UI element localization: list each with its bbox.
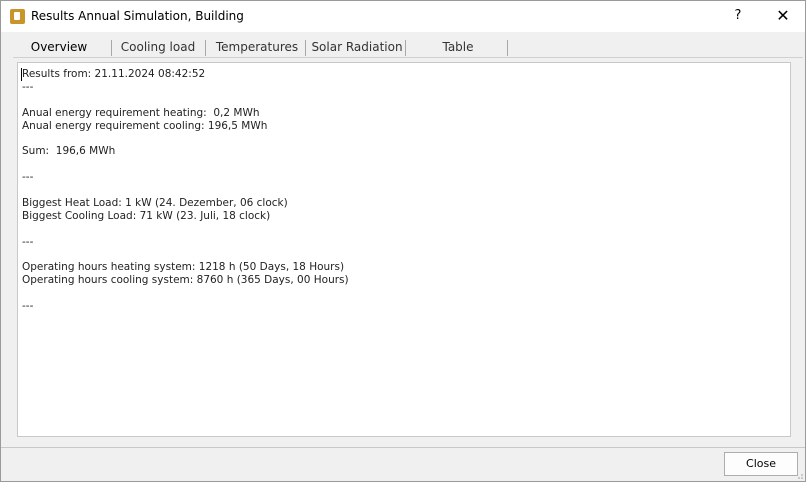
close-button[interactable]: Close [724, 452, 798, 476]
results-line [22, 223, 782, 236]
results-line [22, 287, 782, 300]
tab-divider [205, 40, 206, 56]
tab-temperatures[interactable]: Temperatures [209, 34, 305, 56]
close-icon[interactable]: ✕ [770, 5, 796, 27]
results-line: Biggest Heat Load: 1 kW (24. Dezember, 0… [22, 196, 288, 209]
results-dialog: Results Annual Simulation, Building ? ✕ … [0, 0, 806, 482]
results-line: Anual energy requirement cooling: 196,5 … [22, 119, 268, 132]
results-line [22, 184, 782, 197]
results-line: Biggest Cooling Load: 71 kW (23. Juli, 1… [22, 209, 271, 222]
window-title: Results Annual Simulation, Building [31, 9, 244, 23]
tab-table[interactable]: Table [407, 34, 509, 56]
title-bar: Results Annual Simulation, Building ? ✕ [1, 1, 805, 32]
tab-overview[interactable]: Overview [13, 34, 105, 56]
results-text[interactable]: Results from: 21.11.2024 08:42:52 --- An… [22, 68, 782, 313]
help-button[interactable]: ? [726, 5, 750, 27]
results-line [22, 158, 782, 171]
tab-solar-radiation[interactable]: Solar Radiation [305, 34, 409, 56]
results-line: Results from: 21.11.2024 08:42:52 [22, 68, 206, 80]
building-app-icon [10, 9, 25, 24]
results-line [22, 132, 782, 145]
results-line [22, 248, 782, 261]
results-text-panel[interactable]: Results from: 21.11.2024 08:42:52 --- An… [17, 62, 791, 437]
results-line: Sum: 196,6 MWh [22, 145, 116, 158]
results-line: Operating hours heating system: 1218 h (… [22, 261, 345, 274]
resize-grip-icon[interactable] [795, 471, 803, 479]
results-line: Operating hours cooling system: 8760 h (… [22, 274, 349, 287]
tab-underline [13, 57, 803, 58]
tab-divider [507, 40, 508, 56]
results-line: --- [22, 80, 34, 93]
tab-divider [111, 40, 112, 56]
results-line: --- [22, 171, 34, 184]
results-line [22, 94, 782, 107]
tab-bar: Overview Cooling load Temperatures Solar… [13, 34, 803, 58]
results-line: Anual energy requirement heating: 0,2 MW… [22, 106, 260, 119]
tab-cooling-load[interactable]: Cooling load [113, 34, 203, 56]
results-line: --- [22, 235, 34, 248]
tab-divider [405, 40, 406, 56]
footer-divider [1, 447, 805, 448]
results-line: --- [22, 300, 34, 313]
